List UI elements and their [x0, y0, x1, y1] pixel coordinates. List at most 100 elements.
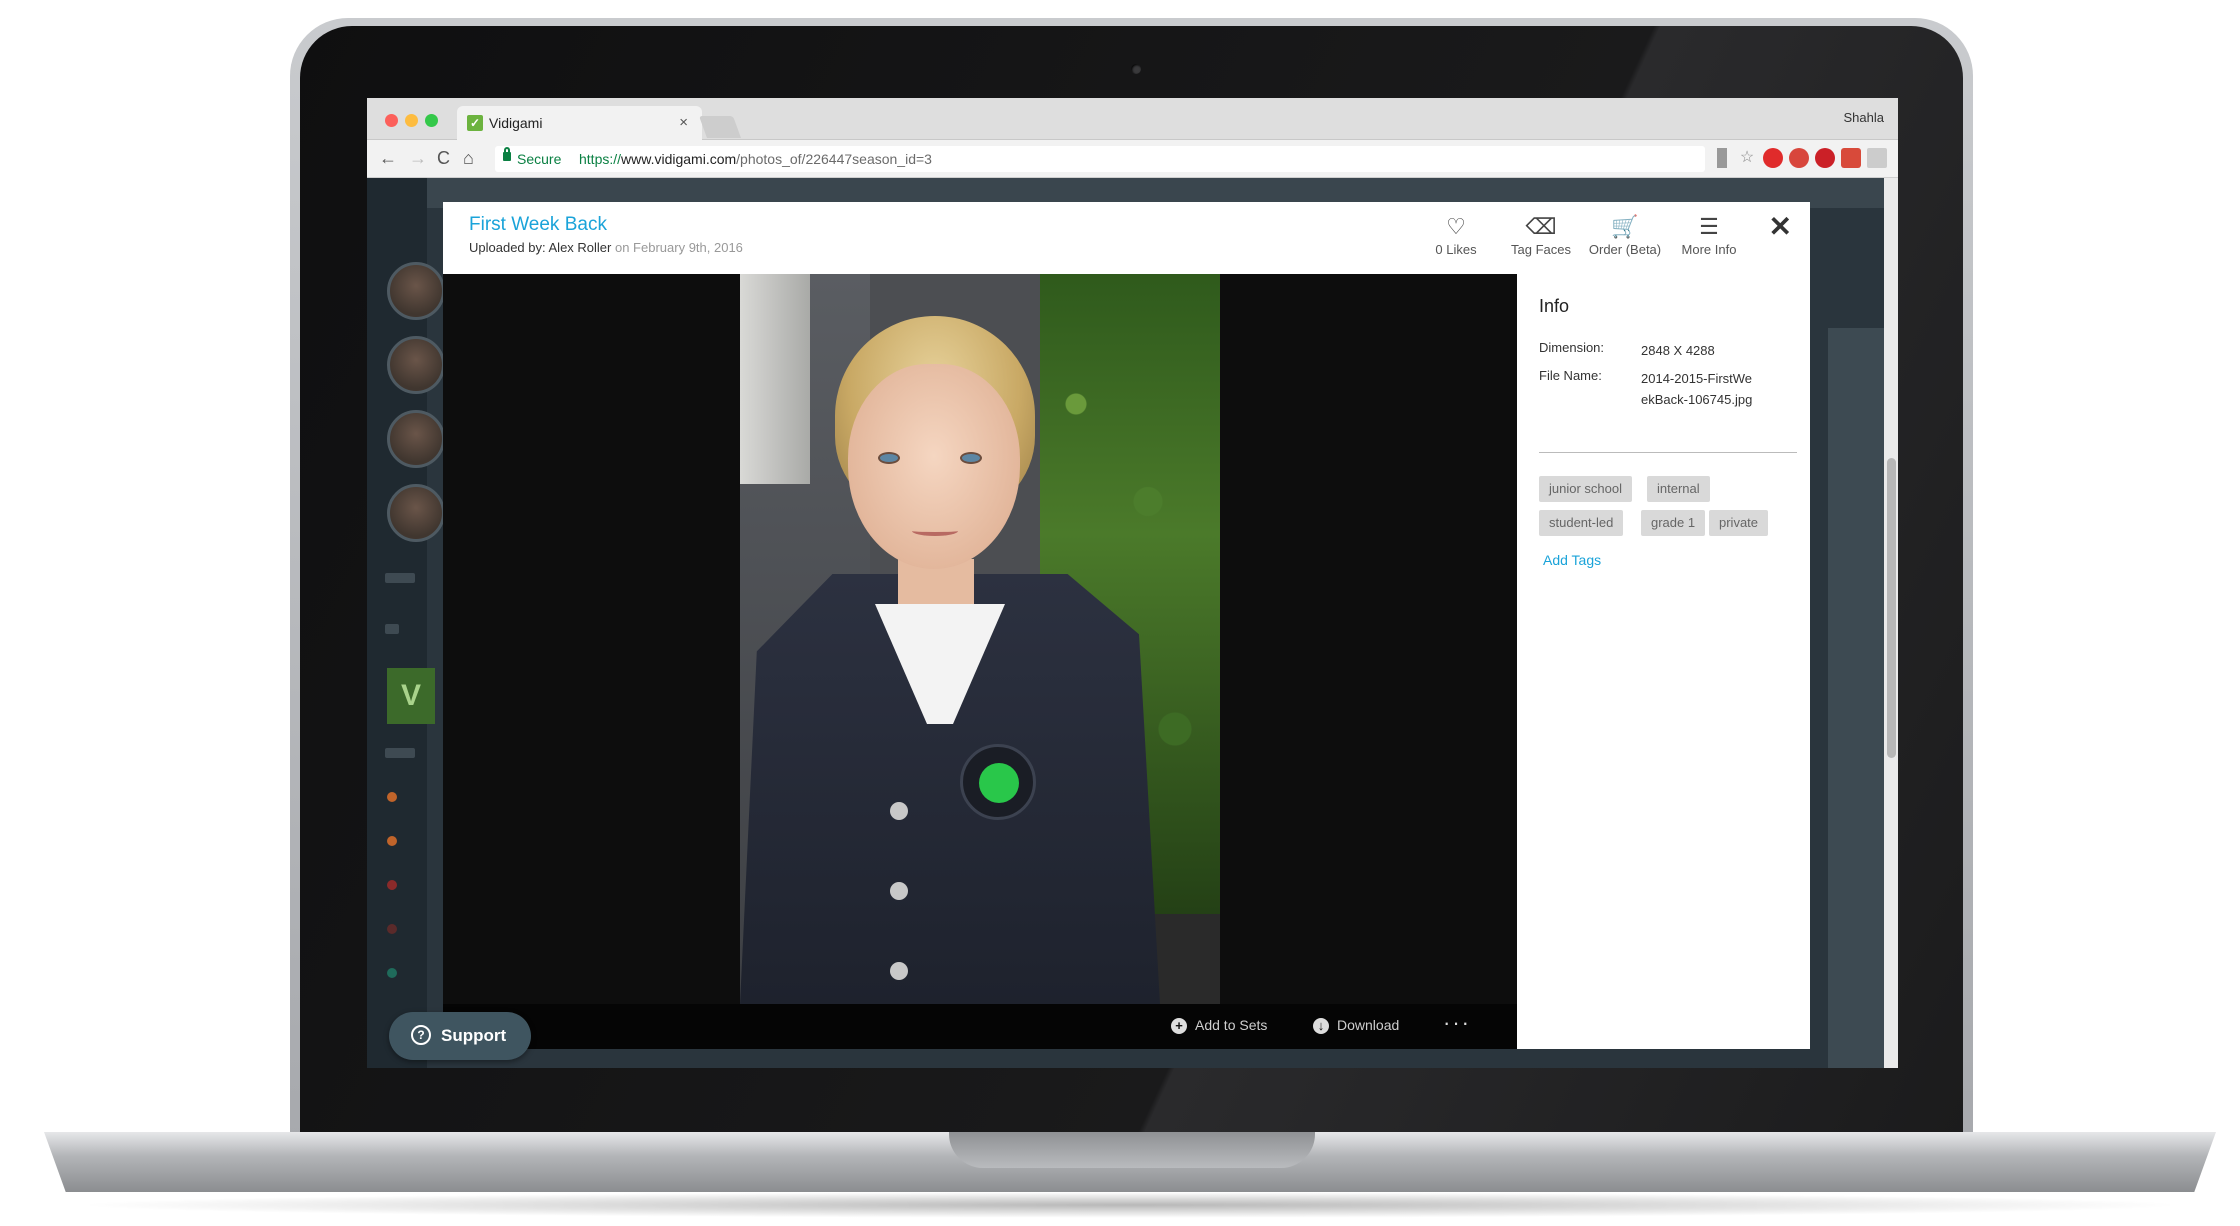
filename-value: 2014-2015-FirstWeekBack-106745.jpg [1641, 371, 1753, 407]
key-icon[interactable] [1717, 148, 1727, 168]
dimension-value: 2848 X 4288 [1641, 343, 1715, 358]
add-to-sets-button[interactable]: + Add to Sets [1171, 1017, 1267, 1034]
uploaded-prefix: Uploaded by: [469, 240, 549, 255]
star-icon[interactable]: ☆ [1737, 148, 1757, 168]
url-text: https://www.vidigami.com/photos_of/22644… [579, 151, 932, 167]
order-label: Order (Beta) [1588, 242, 1662, 257]
avatar[interactable] [387, 410, 445, 468]
photo-eye [878, 452, 900, 464]
tag-chip[interactable]: junior school [1539, 476, 1632, 502]
info-title: Info [1539, 296, 1570, 316]
filename-label: File Name: [1539, 368, 1602, 383]
sidebar-item[interactable] [385, 748, 415, 758]
tag-chip[interactable]: grade 1 [1641, 510, 1706, 536]
url-path: /photos_of/226447season_id=3 [736, 151, 932, 167]
sidebar-dot [387, 792, 397, 802]
order-button[interactable]: 🛒 Order (Beta) [1585, 214, 1665, 257]
secure-label: Secure [517, 151, 562, 167]
photo-crest [960, 744, 1036, 820]
add-to-sets-label: Add to Sets [1195, 1017, 1268, 1033]
tab-vidigami[interactable]: ✓ Vidigami × [457, 106, 702, 140]
profile-name[interactable]: Shahla [1844, 110, 1884, 125]
likes-button[interactable]: ♡ 0 Likes [1416, 214, 1496, 257]
plus-circle-icon: + [1171, 1018, 1187, 1034]
sidebar-dot [387, 836, 397, 846]
photo-button [890, 962, 908, 980]
laptop-notch [949, 1132, 1315, 1168]
close-window-button[interactable] [385, 114, 398, 127]
dimension-label: Dimension: [1539, 340, 1605, 355]
avatar[interactable] [387, 262, 445, 320]
photo-button [890, 802, 908, 820]
camera-icon [1131, 64, 1141, 74]
photo-mouth [912, 526, 958, 536]
modal-header: First Week Back Uploaded by: Alex Roller… [443, 202, 1810, 274]
sidebar-dot [387, 968, 397, 978]
toolbar: ← → C ⌂ Secure https://www.vidigami.com/… [367, 140, 1898, 178]
calendar-extension-icon[interactable] [1841, 148, 1861, 168]
avatar[interactable] [387, 336, 445, 394]
minimize-window-button[interactable] [405, 114, 418, 127]
scrollbar-thumb[interactable] [1887, 458, 1896, 758]
upload-info: Uploaded by: Alex Roller on February 9th… [469, 240, 743, 255]
info-panel: Info Dimension: 2848 X 4288 File Name: 2… [1517, 274, 1810, 1049]
pinterest-icon[interactable] [1815, 148, 1835, 168]
photo-pillar [740, 274, 810, 484]
photo-eye [960, 452, 982, 464]
reload-icon[interactable]: C [437, 148, 450, 169]
support-button[interactable]: ? Support [389, 1012, 531, 1060]
sidebar-item[interactable] [385, 573, 415, 583]
vidigami-logo: V [387, 668, 435, 724]
add-tags-link[interactable]: Add Tags [1543, 552, 1601, 568]
photo-title[interactable]: First Week Back [469, 214, 607, 236]
back-icon[interactable]: ← [379, 148, 397, 169]
photo-button [890, 882, 908, 900]
new-tab-button[interactable] [698, 116, 742, 138]
photo-crest-emblem [979, 763, 1019, 803]
student-photo[interactable] [740, 274, 1220, 1004]
download-button[interactable]: ↓ Download [1313, 1017, 1399, 1034]
maximize-window-button[interactable] [425, 114, 438, 127]
tab-title: Vidigami [489, 115, 543, 131]
cloud-download-icon: ↓ [1313, 1018, 1329, 1034]
photo-modal: First Week Back Uploaded by: Alex Roller… [443, 202, 1810, 1049]
list-view-icon[interactable] [385, 624, 399, 634]
forward-icon[interactable]: → [409, 148, 427, 169]
tag-faces-button[interactable]: ⌫ Tag Faces [1501, 214, 1581, 257]
modal-footer: + Add to Sets ↓ Download ··· [443, 1004, 1517, 1049]
laptop-shadow [70, 1192, 2190, 1218]
more-info-label: More Info [1681, 242, 1737, 257]
extension-icon-2[interactable] [1867, 148, 1887, 168]
home-icon[interactable]: ⌂ [463, 148, 474, 169]
tag-icon: ⌫ [1525, 214, 1557, 239]
scrollbar[interactable] [1884, 178, 1898, 1068]
sidebar-dot [387, 924, 397, 934]
photo-viewer [443, 274, 1517, 1004]
url-scheme: https:// [579, 151, 622, 167]
tag-chip[interactable]: student-led [1539, 510, 1624, 536]
info-divider [1539, 452, 1797, 453]
laptop-mockup: ✓ Vidigami × Shahla ← → C ⌂ Secure https… [0, 0, 2240, 1226]
lock-icon [503, 147, 511, 161]
tag-chip[interactable]: private [1709, 510, 1769, 536]
likes-label: 0 Likes [1435, 242, 1477, 257]
extension-icon[interactable] [1789, 148, 1809, 168]
more-info-button[interactable]: ☰ More Info [1669, 214, 1749, 257]
cart-icon: 🛒 [1611, 214, 1639, 239]
vidigami-favicon-icon: ✓ [467, 115, 483, 131]
list-icon: ☰ [1699, 214, 1719, 239]
sidebar: V [367, 178, 445, 1068]
stop-extension-icon[interactable] [1763, 148, 1783, 168]
uploader-name[interactable]: Alex Roller [549, 240, 612, 255]
tag-chip[interactable]: internal [1647, 476, 1710, 502]
close-icon[interactable]: ✕ [1769, 210, 1792, 243]
download-label: Download [1337, 1017, 1400, 1033]
tab-close-icon[interactable]: × [679, 114, 688, 131]
tab-bar: ✓ Vidigami × Shahla [367, 98, 1898, 140]
sidebar-dot [387, 880, 397, 890]
url-host: www.vidigami.com [621, 151, 737, 167]
help-icon: ? [411, 1025, 431, 1045]
avatar[interactable] [387, 484, 445, 542]
address-bar[interactable]: Secure https://www.vidigami.com/photos_o… [495, 146, 1705, 172]
more-options-icon[interactable]: ··· [1443, 1010, 1471, 1036]
